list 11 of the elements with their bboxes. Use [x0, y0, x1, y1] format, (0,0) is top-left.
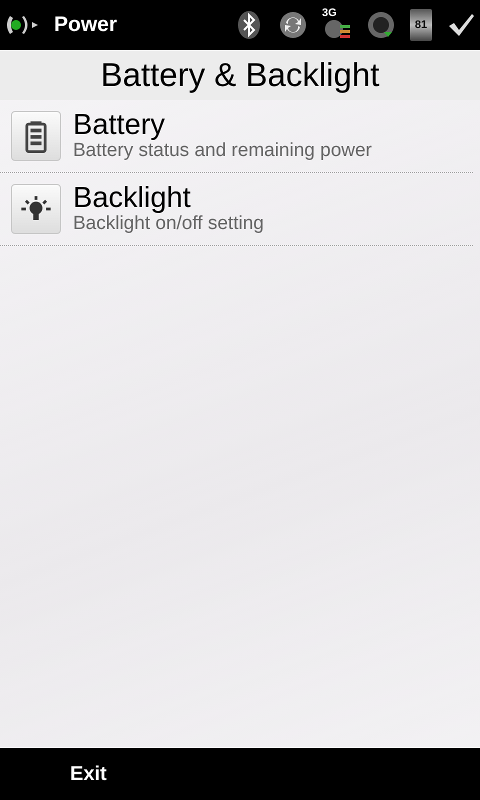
item-title: Backlight: [73, 183, 192, 213]
app-title: Power: [54, 13, 118, 37]
list-item[interactable]: Backlight Backlight on/off setting: [0, 173, 473, 246]
battery-icon[interactable]: 81: [410, 9, 432, 41]
list-item[interactable]: Battery Battery status and remaining power: [0, 100, 473, 173]
sync-icon[interactable]: [278, 10, 308, 40]
item-subtitle: Battery status and remaining power: [73, 140, 372, 162]
exit-softkey[interactable]: Exit: [62, 758, 115, 790]
item-subtitle: Backlight on/off setting: [73, 213, 264, 235]
item-title: Battery: [73, 110, 166, 140]
page-title: Battery & Backlight: [100, 56, 380, 94]
